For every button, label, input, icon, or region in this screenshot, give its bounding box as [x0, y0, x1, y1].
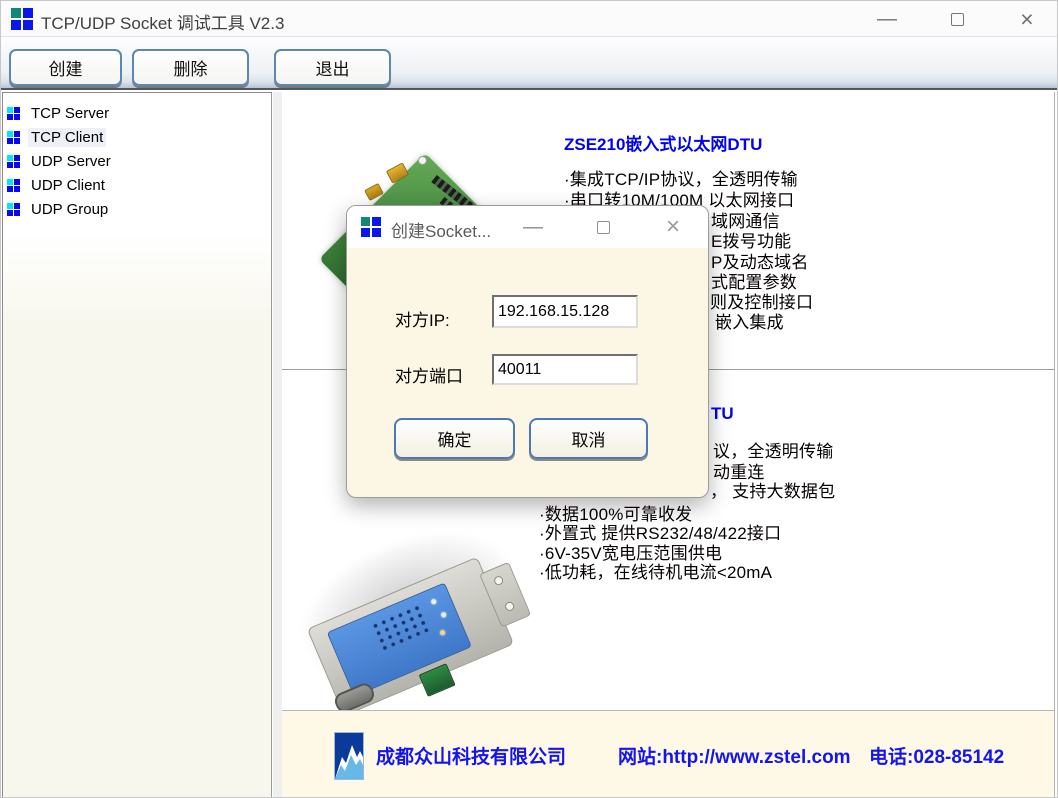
app-window: TCP/UDP Socket 调试工具 V2.3 — × 创建 删除 退出 TC… [0, 0, 1058, 798]
maximize-icon [951, 13, 964, 26]
close-button[interactable]: × [1007, 1, 1047, 37]
device-vent-holes [370, 604, 430, 652]
create-button[interactable]: 创建 [9, 49, 122, 86]
device-led [440, 612, 447, 619]
section2-title-fragment: TU [711, 404, 734, 424]
gprs-dtu-product-photo [296, 489, 576, 704]
peer-port-input[interactable] [492, 354, 638, 385]
dialog-close-button[interactable]: × [653, 206, 693, 248]
socket-type-icon [7, 179, 20, 192]
panel-splitter[interactable] [273, 92, 282, 798]
socket-type-icon [7, 155, 20, 168]
delete-button[interactable]: 删除 [132, 49, 249, 86]
tree-item-udp-client[interactable]: UDP Client [7, 173, 108, 197]
company-phone: 电话:028-85142 [869, 742, 1004, 769]
socket-type-icon [7, 131, 20, 144]
socket-type-icon [7, 203, 20, 216]
maximize-button[interactable] [939, 1, 975, 37]
ok-button[interactable]: 确定 [394, 418, 515, 459]
tree-item-label: UDP Client [28, 176, 108, 195]
tree-item-label: TCP Server [28, 104, 112, 123]
cancel-button[interactable]: 取消 [529, 418, 648, 459]
peer-ip-label: 对方IP: [395, 306, 450, 331]
dialog-title-bar: 创建Socket... — × [347, 206, 708, 248]
tree-item-tcp-client[interactable]: TCP Client [7, 125, 106, 149]
exit-button[interactable]: 退出 [274, 49, 391, 86]
tree-item-tcp-server[interactable]: TCP Server [7, 101, 112, 125]
socket-tree-panel: TCP Server TCP Client UDP Server UDP Cli… [2, 92, 272, 798]
tree-item-label: UDP Group [28, 200, 111, 219]
dialog-logo-icon [361, 217, 381, 237]
company-logo-icon [334, 732, 364, 780]
device-mounting-flange [479, 562, 531, 628]
device-led [430, 598, 437, 605]
feature-line-fragment: 嵌入集成 [715, 308, 784, 333]
title-bar: TCP/UDP Socket 调试工具 V2.3 — × [1, 1, 1058, 37]
peer-port-label: 对方端口 [395, 362, 463, 387]
toolbar: 创建 删除 退出 [1, 37, 1058, 90]
footer-bar: 成都众山科技有限公司 网站:http://www.zstel.com 电话:02… [282, 710, 1055, 798]
dialog-maximize-icon [597, 221, 610, 234]
company-name: 成都众山科技有限公司 [376, 742, 566, 769]
window-title: TCP/UDP Socket 调试工具 V2.3 [41, 9, 284, 34]
tree-item-label: UDP Server [28, 152, 114, 171]
dialog-minimize-button[interactable]: — [515, 206, 551, 248]
device-led [439, 629, 446, 636]
tree-item-udp-server[interactable]: UDP Server [7, 149, 114, 173]
peer-ip-input[interactable] [492, 295, 638, 328]
socket-type-icon [7, 107, 20, 120]
dialog-title: 创建Socket... [391, 217, 491, 242]
minimize-button[interactable]: — [869, 1, 905, 37]
pcb-mounting-hole [418, 156, 427, 165]
dialog-maximize-button[interactable] [585, 206, 621, 248]
create-socket-dialog: 创建Socket... — × 对方IP: 对方端口 确定 取消 [346, 205, 709, 498]
section1-title: ZSE210嵌入式以太网DTU [564, 130, 762, 155]
app-logo-icon [11, 8, 33, 30]
tree-item-udp-group[interactable]: UDP Group [7, 197, 111, 221]
feature-line-fragment: ， 支持大数据包 [710, 477, 835, 502]
device-terminal-block [419, 663, 456, 697]
company-website-link[interactable]: 网站:http://www.zstel.com [618, 742, 851, 769]
tree-item-label: TCP Client [28, 128, 106, 147]
